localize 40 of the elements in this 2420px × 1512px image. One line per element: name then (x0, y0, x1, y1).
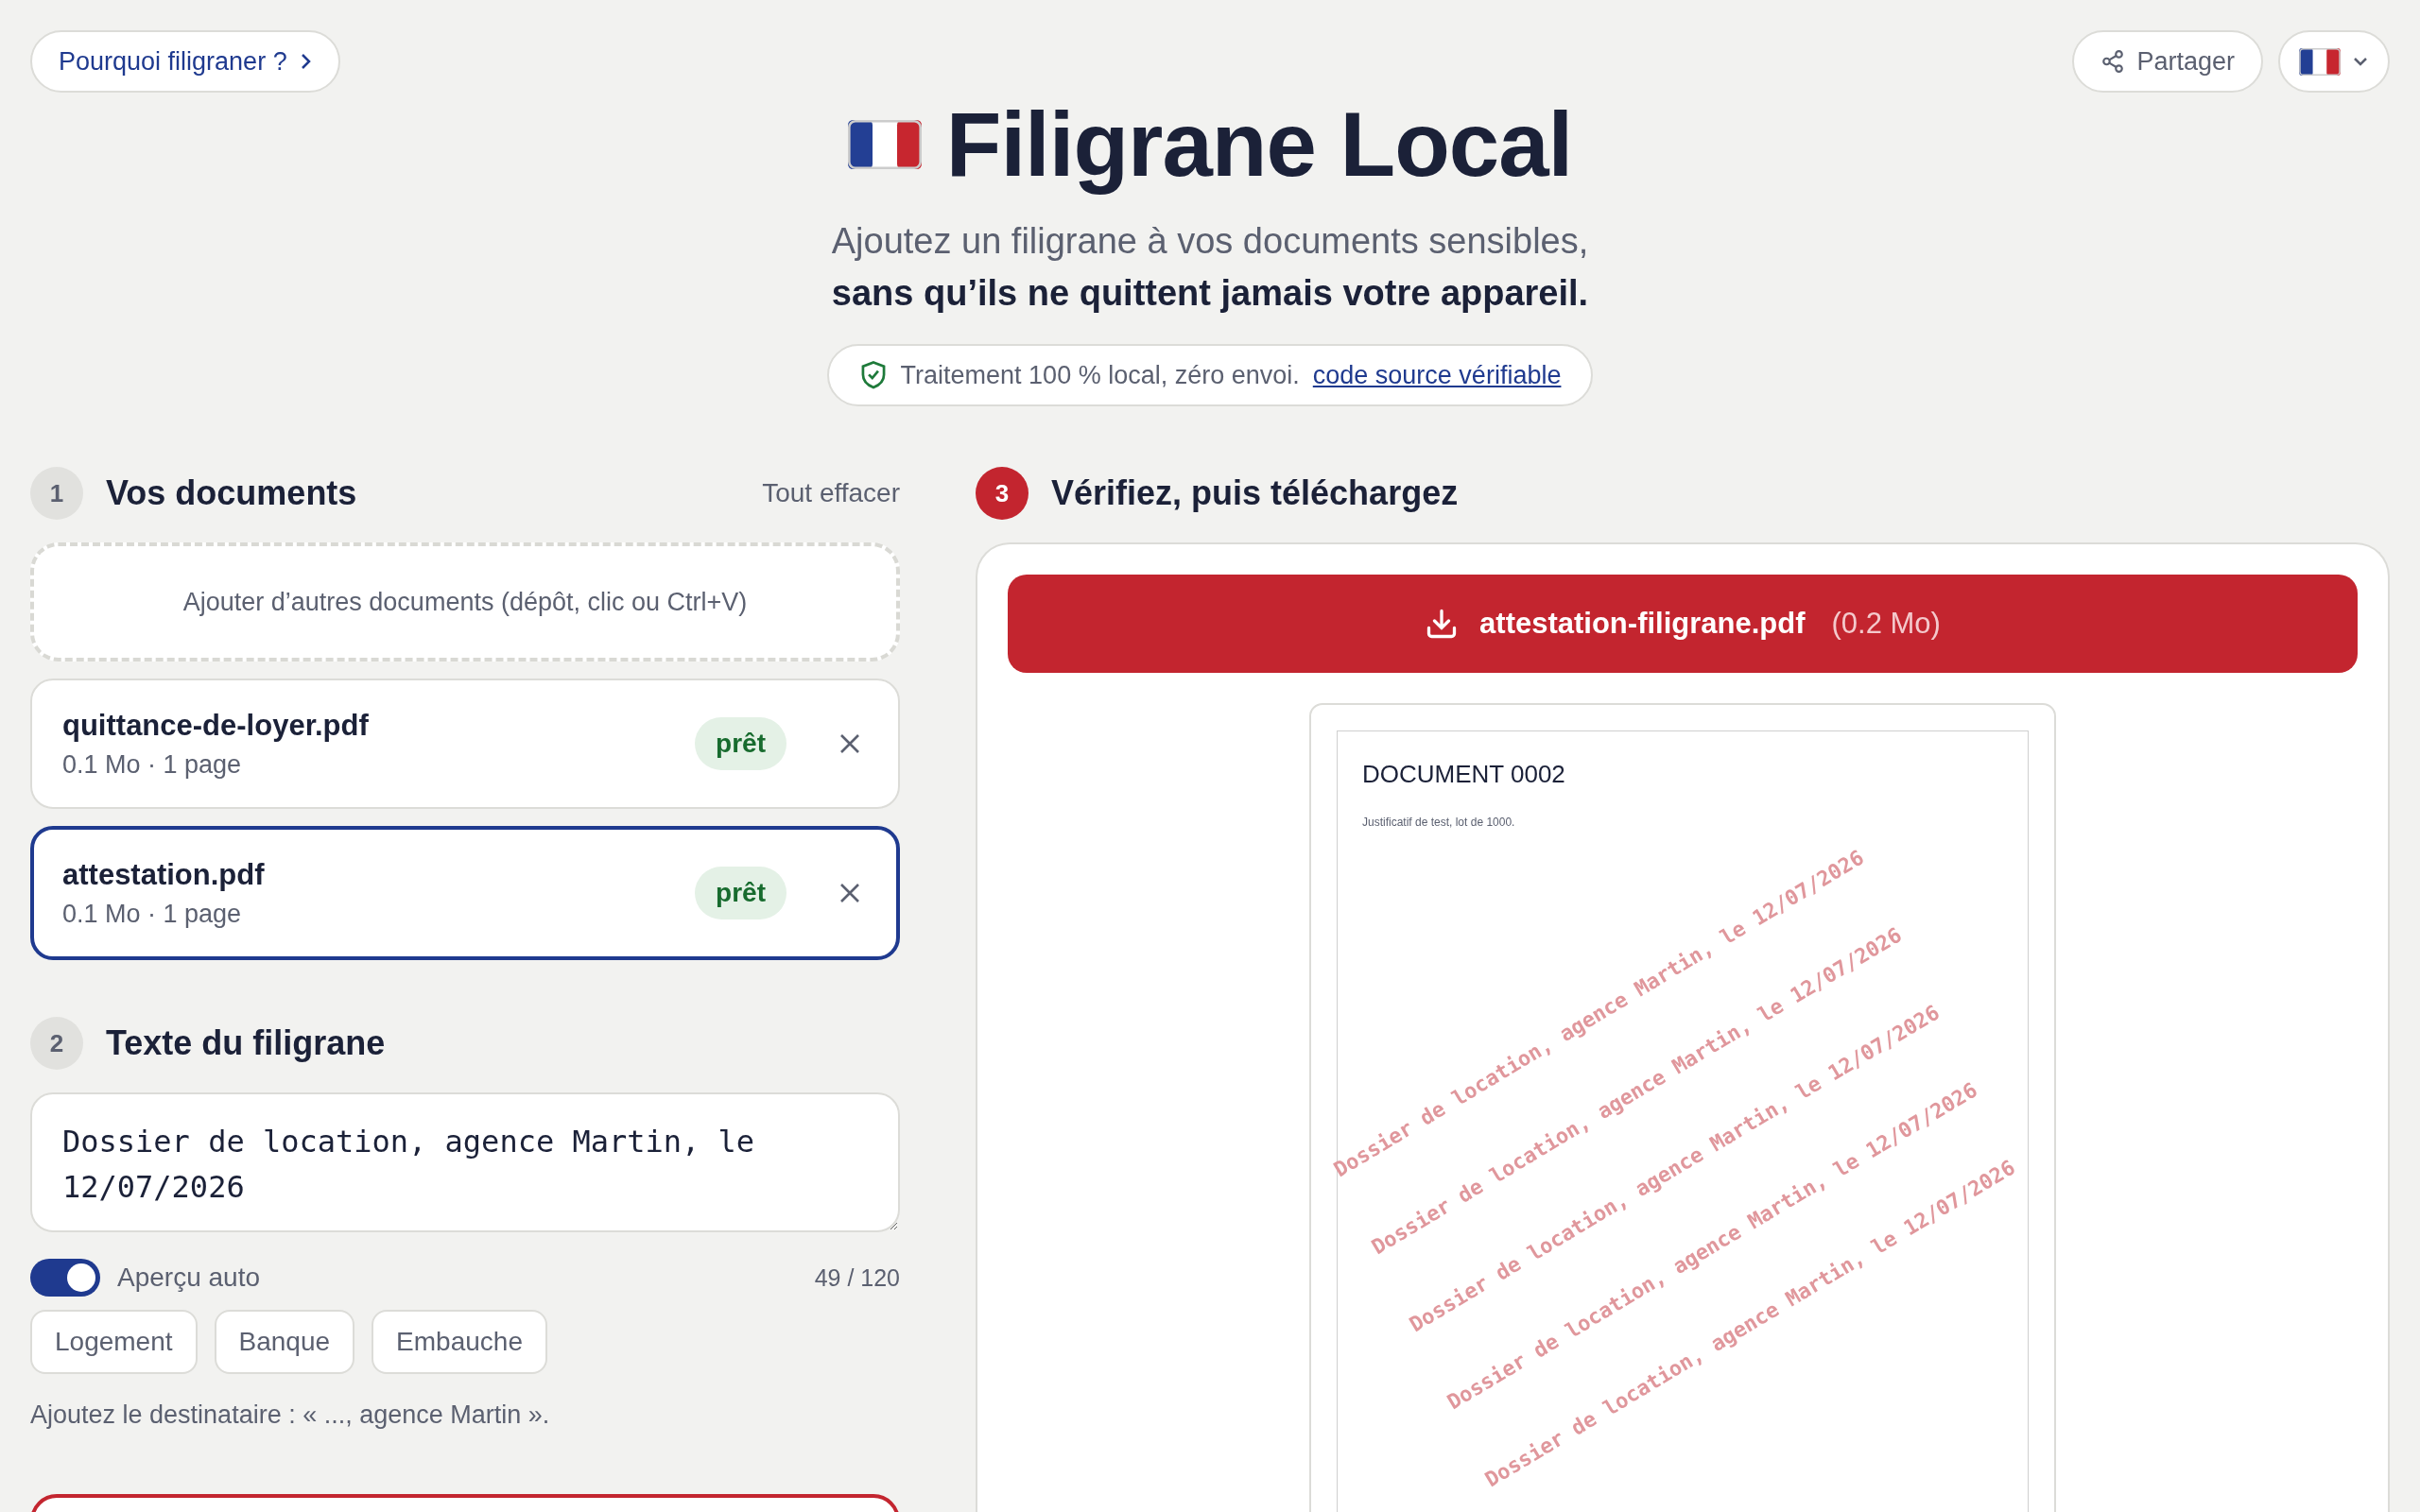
file-name: attestation.pdf (62, 857, 266, 892)
preset-chip[interactable]: Banque (214, 1310, 355, 1374)
share-icon (2100, 49, 2126, 74)
file-card[interactable]: quittance-de-loyer.pdf 0.1 Mo · 1 page prêt (30, 679, 900, 809)
why-watermark-button[interactable]: Pourquoi filigraner ? (30, 30, 340, 93)
dropzone-text: Ajouter d’autres documents (dépôt, clic ou Ctrl+V) (182, 587, 748, 617)
document-title: DOCUMENT 0002 (1362, 760, 1566, 789)
section-title: Vos documents (106, 473, 358, 513)
step-number: 1 (30, 467, 83, 520)
step-number: 2 (30, 1017, 83, 1070)
close-icon (839, 883, 860, 903)
file-name: quittance-de-loyer.pdf (62, 708, 370, 743)
file-card[interactable]: attestation.pdf 0.1 Mo · 1 page prêt (30, 826, 900, 960)
toggle-label: Aperçu auto (117, 1263, 261, 1293)
share-button[interactable]: Partager (2072, 30, 2263, 93)
source-code-link[interactable]: code source vérifiable (1312, 360, 1562, 390)
file-meta: 0.1 Mo · 1 page (62, 749, 243, 780)
flag-icon (2299, 47, 2341, 76)
step-number: 3 (976, 467, 1028, 520)
section-title: Vérifiez, puis téléchargez (1051, 473, 1460, 513)
character-counter: 49 / 120 (814, 1263, 900, 1292)
flag-icon (847, 119, 922, 170)
tagline: Ajoutez un filigrane à vos documents sensibles, sans qu’ils ne quittent jamais votre appareil. (831, 220, 1589, 315)
download-button[interactable]: attestation-filigrane.pdf (0.2 Mo) (1008, 575, 2358, 673)
hint-text: Ajoutez le destinataire : « ..., agence Martin ». (30, 1400, 551, 1430)
chevron-down-icon (2352, 56, 2369, 67)
auto-preview-toggle[interactable] (30, 1259, 100, 1297)
dropzone[interactable]: Ajouter d’autres documents (dépôt, clic ou Ctrl+V) (30, 542, 900, 662)
file-meta: 0.1 Mo · 1 page (62, 899, 243, 929)
section-title: Texte du filigrane (106, 1023, 387, 1063)
app-title: Filigrane Local (945, 93, 1573, 197)
watermark-text-field[interactable]: Dossier de location, agence Martin, le 12/07/2026 (30, 1092, 900, 1232)
privacy-text: Traitement 100 % local, zéro envoi. (900, 360, 1300, 390)
preset-chip[interactable]: Logement (30, 1310, 198, 1374)
status-badge: prêt (695, 867, 786, 919)
document-body: Justificatif de test, lot de 1000. (1362, 816, 1516, 829)
status-badge: prêt (695, 717, 786, 770)
clear-all-button[interactable]: Tout effacer (762, 478, 900, 508)
preset-chip[interactable]: Embauche (372, 1310, 547, 1374)
close-icon (839, 733, 860, 754)
